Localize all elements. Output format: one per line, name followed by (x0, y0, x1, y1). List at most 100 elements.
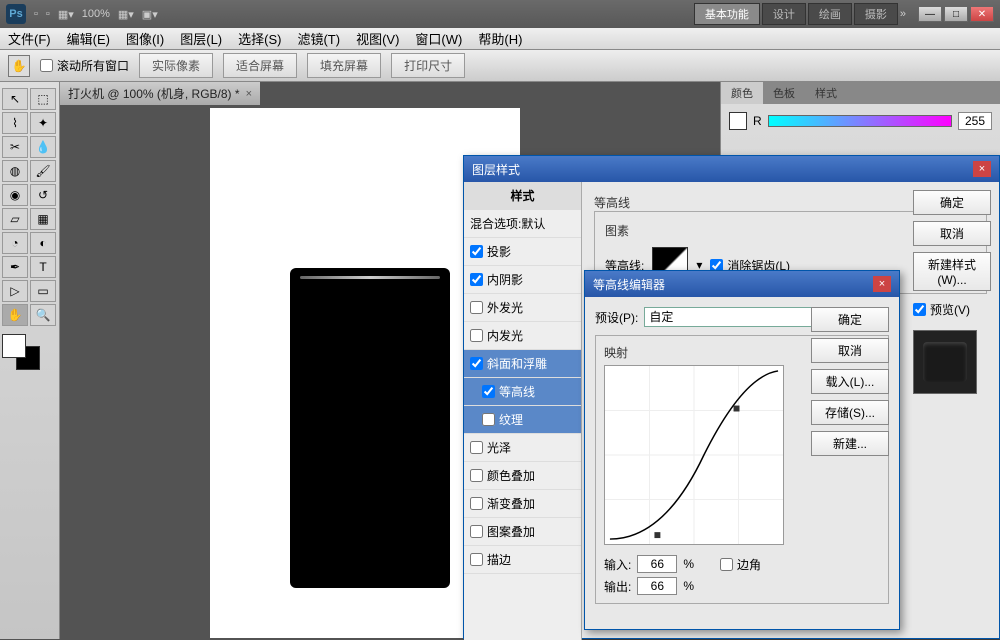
ls-newstyle-button[interactable]: 新建样式(W)... (913, 252, 991, 291)
mb-icon[interactable]: ▫ (46, 8, 50, 20)
satin-item[interactable]: 光泽 (464, 434, 581, 462)
heal-tool[interactable]: ◍ (2, 160, 28, 182)
corner-checkbox[interactable]: 边角 (720, 556, 761, 573)
outerglow-item[interactable]: 外发光 (464, 294, 581, 322)
r-slider[interactable] (768, 115, 952, 127)
blend-options-item[interactable]: 混合选项:默认 (464, 210, 581, 238)
tab-color[interactable]: 颜色 (721, 82, 763, 104)
close-button[interactable]: ✕ (970, 6, 994, 22)
gradient-tool[interactable]: ▦ (30, 208, 56, 230)
menu-bar: 文件(F) 编辑(E) 图像(I) 图层(L) 选择(S) 滤镜(T) 视图(V… (0, 28, 1000, 50)
menu-window[interactable]: 窗口(W) (415, 29, 462, 48)
output-value-field[interactable] (637, 577, 677, 595)
print-size-button[interactable]: 打印尺寸 (391, 53, 465, 78)
fit-screen-button[interactable]: 适合屏幕 (223, 53, 297, 78)
ce-cancel-button[interactable]: 取消 (811, 338, 889, 363)
styles-header[interactable]: 样式 (464, 182, 581, 210)
maximize-button[interactable]: □ (944, 6, 968, 22)
curve-editor[interactable] (604, 365, 784, 545)
gradoverlay-item[interactable]: 渐变叠加 (464, 490, 581, 518)
fg-color-box[interactable] (729, 112, 747, 130)
type-tool[interactable]: T (30, 256, 56, 278)
menu-view[interactable]: 视图(V) (356, 29, 399, 48)
preview-thumbnail (913, 330, 977, 394)
brush-tool[interactable]: 🖌 (30, 160, 56, 182)
options-bar: ✋ 滚动所有窗口 实际像素 适合屏幕 填充屏幕 打印尺寸 (0, 50, 1000, 82)
title-bar: Ps ▫ ▫ ▦▾ 100% ▦▾ ▣▾ 基本功能 设计 绘画 摄影 » — □… (0, 0, 1000, 28)
menu-help[interactable]: 帮助(H) (478, 29, 522, 48)
preset-label: 预设(P): (595, 309, 638, 326)
workspace-photo[interactable]: 摄影 (854, 3, 898, 25)
workspace-design[interactable]: 设计 (762, 3, 806, 25)
eyedropper-tool[interactable]: 💧 (30, 136, 56, 158)
view-icon[interactable]: ▦▾ (118, 8, 134, 21)
menu-layer[interactable]: 图层(L) (180, 29, 222, 48)
wand-tool[interactable]: ✦ (30, 112, 56, 134)
ls-cancel-button[interactable]: 取消 (913, 221, 991, 246)
coloroverlay-item[interactable]: 颜色叠加 (464, 462, 581, 490)
tab-swatch[interactable]: 色板 (763, 82, 805, 104)
stamp-tool[interactable]: ◉ (2, 184, 28, 206)
move-tool[interactable]: ↖ (2, 88, 28, 110)
ls-ok-button[interactable]: 确定 (913, 190, 991, 215)
input-value-field[interactable] (637, 555, 677, 573)
ce-new-button[interactable]: 新建... (811, 431, 889, 456)
contour-sub-item[interactable]: 等高线 (464, 378, 581, 406)
tab-style[interactable]: 样式 (805, 82, 847, 104)
layer-style-close-icon[interactable]: × (973, 161, 991, 177)
ce-save-button[interactable]: 存储(S)... (811, 400, 889, 425)
hand-tool[interactable]: ✋ (2, 304, 28, 326)
color-swatch[interactable] (2, 334, 42, 370)
toolbox: ↖⬚ ⌇✦ ✂💧 ◍🖌 ◉↺ ▱▦ ◔◐ ✒T ▷▭ ✋🔍 (0, 82, 60, 639)
workspace-basic[interactable]: 基本功能 (694, 3, 760, 25)
pen-tool[interactable]: ✒ (2, 256, 28, 278)
layout-icon[interactable]: ▦▾ (58, 8, 74, 21)
crop-tool[interactable]: ✂ (2, 136, 28, 158)
layer-style-title: 图层样式 (472, 161, 520, 178)
preview-checkbox[interactable]: 预览(V) (913, 301, 991, 318)
fill-screen-button[interactable]: 填充屏幕 (307, 53, 381, 78)
marquee-tool[interactable]: ⬚ (30, 88, 56, 110)
menu-file[interactable]: 文件(F) (8, 29, 51, 48)
ce-load-button[interactable]: 载入(L)... (811, 369, 889, 394)
lasso-tool[interactable]: ⌇ (2, 112, 28, 134)
close-tab-icon[interactable]: × (246, 88, 252, 100)
actual-pixels-button[interactable]: 实际像素 (139, 53, 213, 78)
minimize-button[interactable]: — (918, 6, 942, 22)
patoverlay-item[interactable]: 图案叠加 (464, 518, 581, 546)
styles-list: 样式 混合选项:默认 投影 内阴影 外发光 内发光 斜面和浮雕 等高线 纹理 光… (464, 182, 582, 640)
zoom-level[interactable]: 100% (82, 8, 110, 20)
dropshadow-item[interactable]: 投影 (464, 238, 581, 266)
innershadow-item[interactable]: 内阴影 (464, 266, 581, 294)
innerglow-item[interactable]: 内发光 (464, 322, 581, 350)
r-value-input[interactable] (958, 112, 992, 130)
zoom-tool[interactable]: 🔍 (30, 304, 56, 326)
ce-ok-button[interactable]: 确定 (811, 307, 889, 332)
texture-sub-item[interactable]: 纹理 (464, 406, 581, 434)
menu-filter[interactable]: 滤镜(T) (297, 29, 340, 48)
ps-logo: Ps (6, 4, 26, 24)
history-tool[interactable]: ↺ (30, 184, 56, 206)
hand-tool-icon[interactable]: ✋ (8, 55, 30, 77)
path-tool[interactable]: ▷ (2, 280, 28, 302)
document-tab[interactable]: 打火机 @ 100% (机身, RGB/8) *× (60, 82, 260, 105)
screen-icon[interactable]: ▣▾ (142, 8, 158, 21)
menu-select[interactable]: 选择(S) (238, 29, 281, 48)
dodge-tool[interactable]: ◐ (30, 232, 56, 254)
input-label: 输入: (604, 556, 631, 573)
eraser-tool[interactable]: ▱ (2, 208, 28, 230)
bevel-item[interactable]: 斜面和浮雕 (464, 350, 581, 378)
blur-tool[interactable]: ◔ (2, 232, 28, 254)
workspace-paint[interactable]: 绘画 (808, 3, 852, 25)
menu-edit[interactable]: 编辑(E) (67, 29, 110, 48)
menu-image[interactable]: 图像(I) (126, 29, 164, 48)
more-icon[interactable]: » (900, 8, 906, 20)
layer-style-titlebar[interactable]: 图层样式 × (464, 156, 999, 182)
shape-tool[interactable]: ▭ (30, 280, 56, 302)
contour-editor-titlebar[interactable]: 等高线编辑器 × (585, 271, 899, 297)
contour-editor-close-icon[interactable]: × (873, 276, 891, 292)
scroll-all-checkbox[interactable]: 滚动所有窗口 (40, 57, 129, 74)
r-label: R (753, 114, 762, 128)
br-icon[interactable]: ▫ (34, 8, 38, 20)
stroke-item[interactable]: 描边 (464, 546, 581, 574)
